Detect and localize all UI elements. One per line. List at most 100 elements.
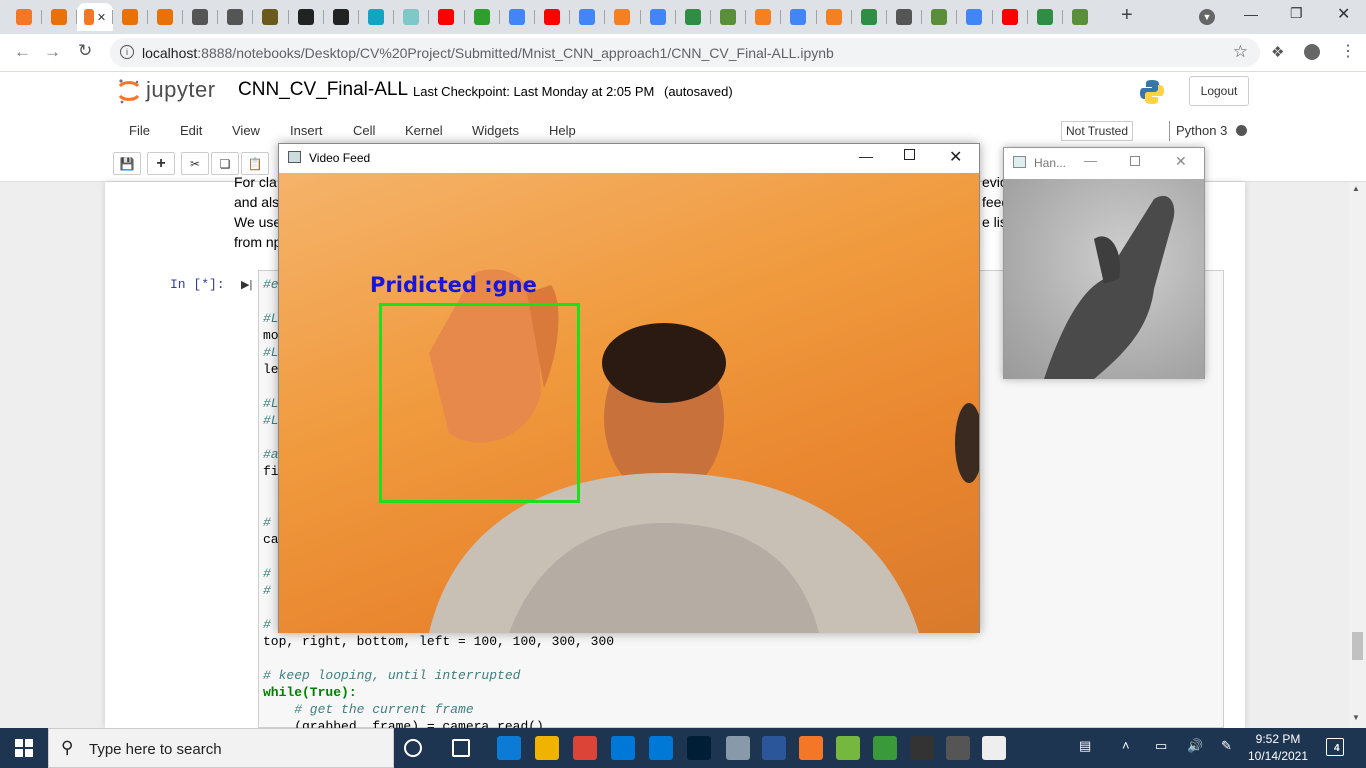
browser-tab[interactable] xyxy=(922,3,956,31)
jupyter-logo-icon[interactable] xyxy=(117,78,141,104)
cut-button[interactable]: ✂ xyxy=(181,152,209,175)
chevron-up-icon[interactable]: ˄ xyxy=(1122,738,1130,753)
chrome-icon[interactable] xyxy=(573,736,597,760)
browser-tab[interactable] xyxy=(711,3,745,31)
menu-cell[interactable]: Cell xyxy=(353,123,375,138)
browser-tab[interactable] xyxy=(359,3,393,31)
browser-tab[interactable] xyxy=(746,3,780,31)
document-icon[interactable] xyxy=(982,736,1006,760)
menu-help[interactable]: Help xyxy=(549,123,576,138)
jupyter-logo-text[interactable]: jupyter xyxy=(146,77,216,103)
video-minimize-button[interactable]: — xyxy=(859,148,873,164)
menu-insert[interactable]: Insert xyxy=(290,123,323,138)
browser-tab[interactable] xyxy=(324,3,358,31)
mail-icon[interactable] xyxy=(649,736,673,760)
photoshop-icon[interactable] xyxy=(687,736,711,760)
browser-tab[interactable] xyxy=(148,3,182,31)
kernel-name[interactable]: Python 3 xyxy=(1176,123,1227,138)
browser-tab[interactable] xyxy=(641,3,675,31)
browser-tab[interactable] xyxy=(394,3,428,31)
volume-icon[interactable]: 🔊 xyxy=(1187,738,1203,754)
profile-icon[interactable] xyxy=(1304,44,1320,60)
menu-widgets[interactable]: Widgets xyxy=(472,123,519,138)
browser-tab[interactable] xyxy=(289,3,323,31)
info-icon[interactable]: i xyxy=(120,45,134,59)
tool-icon[interactable] xyxy=(726,736,750,760)
run-cell-icon[interactable]: ▶​| xyxy=(241,278,252,291)
hand-maximize-button[interactable] xyxy=(1130,156,1140,166)
browser-tab[interactable] xyxy=(817,3,851,31)
hand-close-button[interactable]: ✕ xyxy=(1175,153,1187,170)
new-tab-button[interactable]: + xyxy=(1121,4,1133,27)
start-button[interactable] xyxy=(0,728,48,768)
browser-tab[interactable] xyxy=(42,3,76,31)
bookmark-star-icon[interactable]: ☆ xyxy=(1233,42,1248,62)
scrollbar-thumb[interactable] xyxy=(1352,632,1363,660)
menu-kernel[interactable]: Kernel xyxy=(405,123,443,138)
forward-icon[interactable]: → xyxy=(44,42,61,62)
video-close-button[interactable]: ✕ xyxy=(949,147,962,167)
menu-icon[interactable]: ⋮ xyxy=(1340,41,1356,61)
browser-tab[interactable] xyxy=(7,3,41,31)
back-icon[interactable]: ← xyxy=(14,42,31,62)
browser-tab[interactable] xyxy=(781,3,815,31)
file-explorer-icon[interactable] xyxy=(535,736,559,760)
taskbar-search[interactable]: ⚲ Type here to search xyxy=(48,728,394,768)
close-window-button[interactable]: ✕ xyxy=(1337,4,1350,24)
news-icon[interactable]: ▤ xyxy=(1079,738,1091,754)
menu-view[interactable]: View xyxy=(232,123,260,138)
browser-tab[interactable] xyxy=(570,3,604,31)
browser-tab[interactable] xyxy=(113,3,147,31)
browser-tab[interactable] xyxy=(993,3,1027,31)
menu-file[interactable]: File xyxy=(129,123,150,138)
insert-cell-button[interactable]: + xyxy=(147,152,175,175)
reload-icon[interactable]: ↻ xyxy=(78,41,92,61)
word-icon[interactable] xyxy=(762,736,786,760)
browser-tab[interactable] xyxy=(253,3,287,31)
browser-tab[interactable] xyxy=(183,3,217,31)
address-bar[interactable]: i localhost:8888/notebooks/Desktop/CV%20… xyxy=(110,38,1260,67)
extensions-icon[interactable]: ❖ xyxy=(1271,43,1284,61)
network-icon[interactable] xyxy=(873,736,897,760)
tab-search-icon[interactable]: ▼ xyxy=(1199,9,1215,25)
paste-button[interactable]: 📋 xyxy=(241,152,269,175)
browser-tab[interactable] xyxy=(429,3,463,31)
browser-tab[interactable] xyxy=(1063,3,1097,31)
browser-tab[interactable] xyxy=(1028,3,1062,31)
browser-tab[interactable] xyxy=(605,3,639,31)
photos-icon[interactable] xyxy=(946,736,970,760)
video-maximize-button[interactable] xyxy=(904,149,915,160)
terminal-icon[interactable] xyxy=(910,736,934,760)
battery-icon[interactable]: ▭ xyxy=(1155,738,1167,754)
menu-edit[interactable]: Edit xyxy=(180,123,202,138)
not-trusted-badge[interactable]: Not Trusted xyxy=(1061,121,1133,141)
save-button[interactable]: 💾 xyxy=(113,152,141,175)
browser-tab[interactable] xyxy=(500,3,534,31)
utorrent-icon[interactable] xyxy=(836,736,860,760)
restore-window-button[interactable]: ❐ xyxy=(1290,5,1303,22)
browser-tab[interactable] xyxy=(218,3,252,31)
video-feed-window[interactable]: Video Feed — ✕ Pridicted :gne xyxy=(278,143,980,633)
pen-icon[interactable]: ✎ xyxy=(1221,738,1232,754)
hand-window[interactable]: Han... — ✕ xyxy=(1003,147,1205,379)
browser-tab[interactable] xyxy=(852,3,886,31)
task-view-icon[interactable] xyxy=(452,739,470,757)
browser-tab[interactable] xyxy=(465,3,499,31)
browser-tab[interactable] xyxy=(535,3,569,31)
store-icon[interactable] xyxy=(611,736,635,760)
taskbar-clock[interactable]: 9:52 PM 10/14/2021 xyxy=(1246,731,1310,765)
scroll-down-icon[interactable]: ▼ xyxy=(1352,713,1360,722)
scroll-up-icon[interactable]: ▲ xyxy=(1352,184,1360,193)
logout-button[interactable]: Logout xyxy=(1189,76,1249,106)
jupyter-icon[interactable] xyxy=(799,736,823,760)
edge-icon[interactable] xyxy=(497,736,521,760)
close-tab-icon[interactable]: ✕ xyxy=(97,11,106,24)
copy-button[interactable]: ❏ xyxy=(211,152,239,175)
cortana-icon[interactable] xyxy=(404,739,422,757)
browser-tab[interactable] xyxy=(957,3,991,31)
hand-minimize-button[interactable]: — xyxy=(1084,153,1097,168)
browser-tab[interactable]: ✕ xyxy=(77,3,113,31)
browser-tab[interactable] xyxy=(676,3,710,31)
minimize-window-button[interactable]: — xyxy=(1244,6,1258,22)
notebook-title[interactable]: CNN_CV_Final-ALL xyxy=(238,79,408,101)
